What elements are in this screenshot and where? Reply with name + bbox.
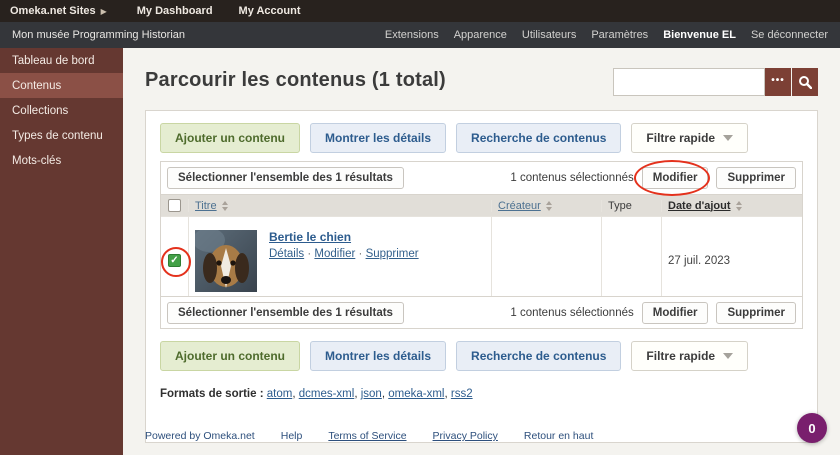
batch-delete-button-top[interactable]: Supprimer (716, 167, 796, 189)
item-delete-link[interactable]: Supprimer (366, 248, 419, 260)
item-type-cell (602, 217, 662, 296)
admin-bar: Mon musée Programming Historian Extensio… (0, 22, 840, 48)
table-header-row: Titre Créateur Type Date d'ajout (161, 195, 802, 216)
quick-filter-dropdown-bottom[interactable]: Filtre rapide (631, 341, 748, 371)
comma: , (444, 388, 447, 400)
column-header-date-ajout[interactable]: Date d'ajout (668, 200, 731, 212)
select-all-button-top[interactable]: Sélectionner l'ensemble des 1 résultats (167, 167, 404, 189)
comma: , (354, 388, 357, 400)
search-items-button-bottom[interactable]: Recherche de contenus (456, 341, 621, 371)
items-table-block: Sélectionner l'ensemble des 1 résultats … (160, 161, 803, 329)
content-panel: Ajouter un contenu Montrer les détails R… (145, 110, 818, 443)
action-buttons-bottom: Ajouter un contenu Montrer les détails R… (160, 341, 803, 371)
comma: , (292, 388, 295, 400)
selected-count-top: 1 contenus sélectionnés (510, 172, 633, 184)
omeka-sites-menu[interactable]: Omeka.net Sites (10, 5, 96, 17)
footer-powered-by[interactable]: Powered by Omeka.net (145, 430, 255, 442)
comma: , (382, 388, 385, 400)
items-table: Titre Créateur Type Date d'ajout (161, 194, 802, 296)
item-thumbnail-dog[interactable] (195, 230, 257, 292)
batch-delete-button-bottom[interactable]: Supprimer (716, 302, 796, 324)
search-items-button[interactable]: Recherche de contenus (456, 123, 621, 153)
format-link-dcmes-xml[interactable]: dcmes-xml (299, 388, 355, 400)
add-item-button-bottom[interactable]: Ajouter un contenu (160, 341, 300, 371)
welcome-user: Bienvenue EL (663, 29, 736, 41)
sidebar-item-types-de-contenu[interactable]: Types de contenu (0, 123, 123, 148)
footer-help-link[interactable]: Help (281, 430, 303, 442)
logout-link[interactable]: Se déconnecter (751, 29, 828, 41)
item-title-link[interactable]: Bertie le chien (269, 230, 419, 244)
quick-filter-label: Filtre rapide (646, 349, 715, 363)
search-button[interactable] (792, 68, 818, 96)
search-input[interactable] (613, 68, 765, 96)
action-buttons-top: Ajouter un contenu Montrer les détails R… (160, 123, 803, 153)
ellipsis-icon: ••• (771, 75, 785, 86)
chat-notification-bubble[interactable]: 0 (797, 413, 827, 443)
select-all-checkbox[interactable] (168, 199, 181, 212)
chevron-down-icon (723, 135, 733, 141)
selected-count-bottom: 1 contenus sélectionnés (510, 307, 633, 319)
quick-filter-label: Filtre rapide (646, 131, 715, 145)
item-creator-cell (492, 217, 602, 296)
batch-edit-button-top[interactable]: Modifier (642, 167, 709, 189)
search-bar: ••• (613, 68, 818, 96)
link-separator: · (307, 248, 311, 260)
advanced-search-button[interactable]: ••• (765, 68, 791, 96)
sidebar-item-contenus[interactable]: Contenus (0, 73, 123, 98)
show-details-button-bottom[interactable]: Montrer les détails (310, 341, 446, 371)
quick-filter-dropdown[interactable]: Filtre rapide (631, 123, 748, 153)
top-link-dashboard[interactable]: My Dashboard (137, 5, 213, 17)
format-link-omeka-xml[interactable]: omeka-xml (388, 388, 444, 400)
top-link-account[interactable]: My Account (239, 5, 301, 17)
select-all-button-bottom[interactable]: Sélectionner l'ensemble des 1 résultats (167, 302, 404, 324)
sort-icon[interactable] (736, 201, 742, 211)
admin-link-parametres[interactable]: Paramètres (591, 29, 648, 41)
footer-back-to-top-link[interactable]: Retour en haut (524, 430, 593, 442)
item-edit-link[interactable]: Modifier (314, 248, 355, 260)
sort-icon[interactable] (222, 201, 228, 211)
selection-bar-top: Sélectionner l'ensemble des 1 résultats … (161, 162, 802, 194)
sidebar: Tableau de bord Contenus Collections Typ… (0, 48, 123, 455)
admin-link-utilisateurs[interactable]: Utilisateurs (522, 29, 576, 41)
show-details-button[interactable]: Montrer les détails (310, 123, 446, 153)
table-row: ✓ (161, 216, 802, 296)
top-bar: Omeka.net Sites ▶ My Dashboard My Accoun… (0, 0, 840, 22)
column-header-type: Type (608, 200, 632, 212)
admin-link-extensions[interactable]: Extensions (385, 29, 439, 41)
page-title: Parcourir les contenus (1 total) (145, 69, 446, 92)
sidebar-item-collections[interactable]: Collections (0, 98, 123, 123)
link-separator: · (359, 248, 363, 260)
search-icon (798, 75, 812, 89)
caret-right-icon: ▶ (101, 7, 107, 16)
chevron-down-icon (723, 353, 733, 359)
admin-link-apparence[interactable]: Apparence (454, 29, 507, 41)
item-details-link[interactable]: Détails (269, 248, 304, 260)
format-link-json[interactable]: json (361, 388, 382, 400)
footer: Powered by Omeka.net Help Terms of Servi… (145, 430, 593, 442)
sidebar-item-tableau-de-bord[interactable]: Tableau de bord (0, 48, 123, 73)
item-action-links: Détails · Modifier · Supprimer (269, 248, 419, 260)
item-date-cell: 27 juil. 2023 (662, 217, 802, 296)
output-formats-label: Formats de sortie : (160, 388, 264, 400)
footer-terms-link[interactable]: Terms of Service (328, 430, 406, 442)
column-header-titre[interactable]: Titre (195, 200, 217, 212)
row-checkbox[interactable]: ✓ (168, 254, 181, 267)
sidebar-item-mots-cles[interactable]: Mots-clés (0, 148, 123, 173)
output-formats: Formats de sortie : atom, dcmes-xml, jso… (160, 388, 803, 400)
add-item-button[interactable]: Ajouter un contenu (160, 123, 300, 153)
selection-bar-bottom: Sélectionner l'ensemble des 1 résultats … (161, 296, 802, 328)
batch-edit-button-bottom[interactable]: Modifier (642, 302, 709, 324)
site-title[interactable]: Mon musée Programming Historian (12, 29, 185, 41)
column-header-createur[interactable]: Créateur (498, 200, 541, 212)
footer-privacy-link[interactable]: Privacy Policy (433, 430, 498, 442)
main-content: Parcourir les contenus (1 total) ••• Ajo… (123, 48, 840, 455)
sort-icon[interactable] (546, 201, 552, 211)
format-link-atom[interactable]: atom (267, 388, 293, 400)
format-link-rss2[interactable]: rss2 (451, 388, 473, 400)
